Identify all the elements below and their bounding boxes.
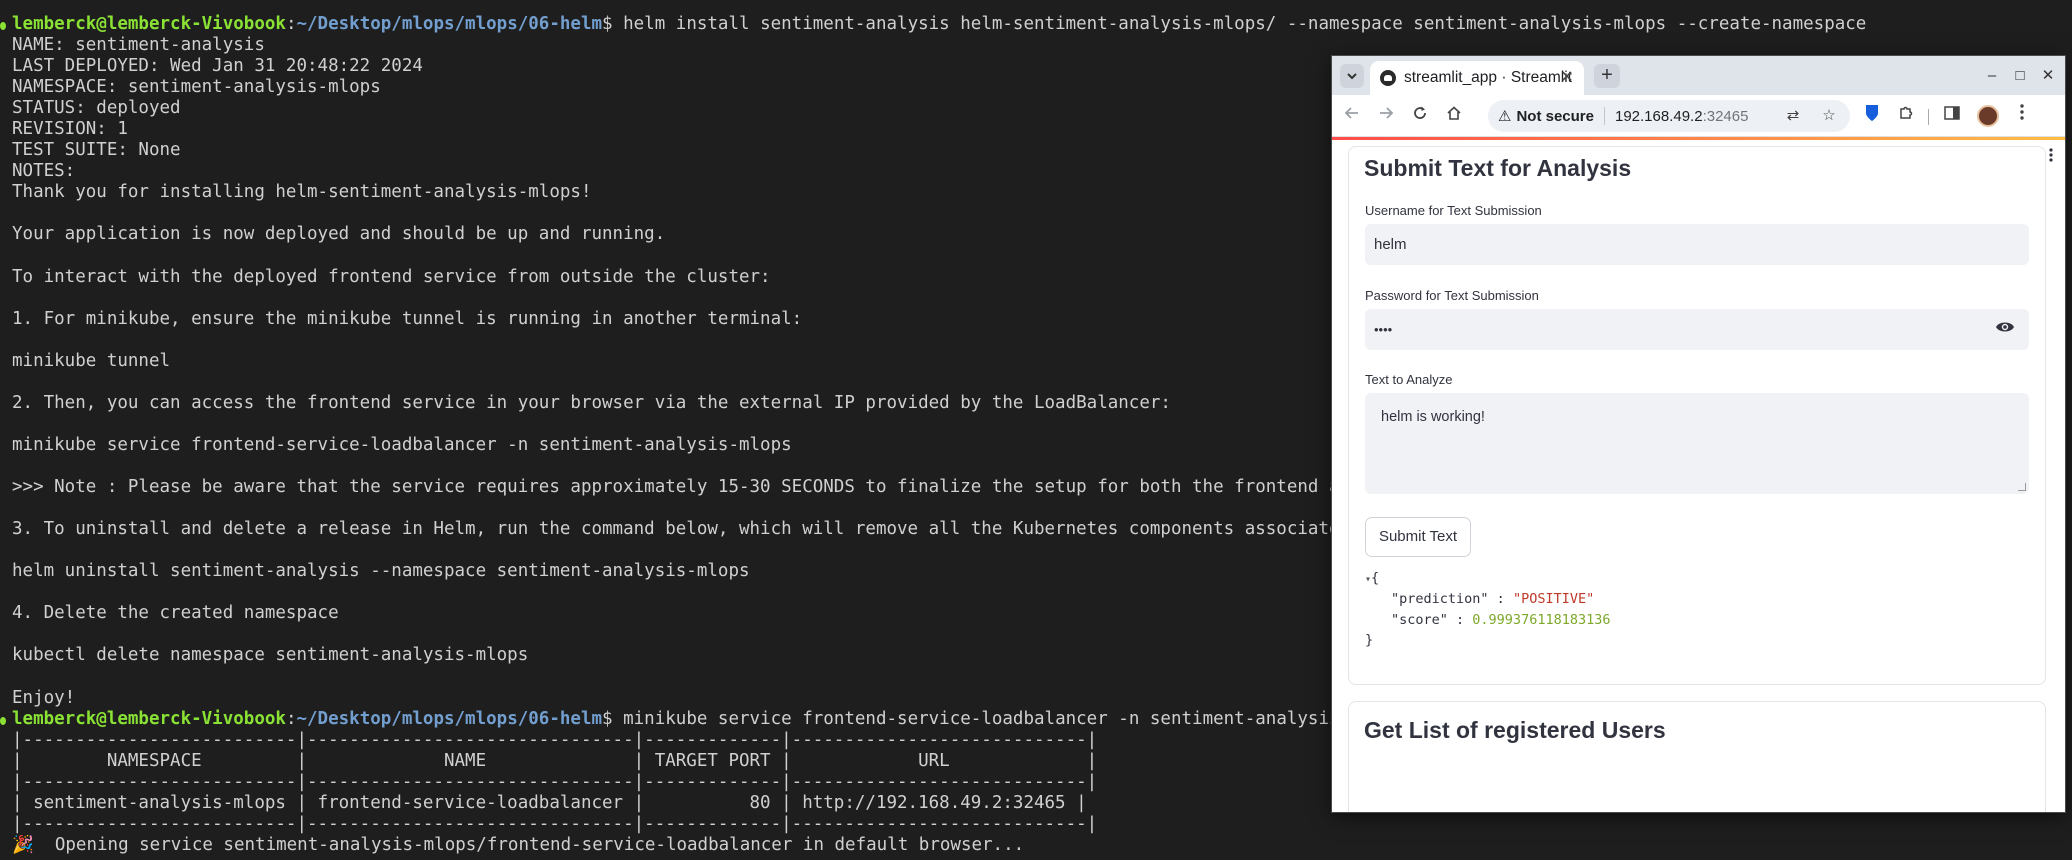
reload-button[interactable]: [1408, 104, 1432, 128]
browser-toolbar: ⚠ Not secure 192.168.49.2:32465 ⇄ ☆: [1332, 95, 2065, 137]
json-row-prediction: "prediction" : "POSITIVE": [1391, 589, 1594, 609]
shield-icon: [1866, 105, 1878, 121]
extensions-button[interactable]: [1894, 104, 1918, 128]
json-key: "prediction": [1391, 591, 1489, 607]
forward-button[interactable]: [1374, 104, 1398, 128]
prediction-value: "POSITIVE": [1512, 591, 1595, 607]
prompt-marker-icon: [0, 22, 6, 30]
tab-bar: streamlit_app · Streamlit ✕ + – □ ✕: [1332, 56, 2065, 95]
prompt-command: $ minikube service frontend-service-load…: [602, 708, 1403, 729]
json-colon: :: [1447, 612, 1473, 628]
submit-section-title: Submit Text for Analysis: [1364, 155, 1632, 181]
bitwarden-extension[interactable]: [1860, 104, 1884, 128]
submit-text-card: Submit Text for Analysis Username for Te…: [1348, 146, 2046, 685]
username-label: Username for Text Submission: [1365, 203, 1542, 218]
score-value: 0.999376118183136: [1472, 612, 1611, 628]
new-tab-button[interactable]: +: [1594, 64, 1620, 88]
terminal-line: NAME: sentiment-analysis: [12, 35, 265, 56]
arrow-right-icon: [1380, 107, 1394, 119]
address-bar[interactable]: ⚠ Not secure 192.168.49.2:32465 ⇄ ☆: [1488, 100, 1850, 132]
star-icon[interactable]: ☆: [1820, 107, 1838, 125]
tab-streamlit-app[interactable]: streamlit_app · Streamlit ✕: [1370, 61, 1584, 95]
password-label: Password for Text Submission: [1365, 288, 1539, 303]
omnibox-divider: [1603, 107, 1605, 125]
result-json-viewer: ▾{ "prediction" : "POSITIVE" "score" : 0…: [1365, 568, 2025, 678]
tab-title: streamlit_app · Streamlit: [1404, 69, 1572, 86]
resize-handle[interactable]: [2018, 483, 2026, 491]
json-close: }: [1365, 630, 1373, 650]
sidebar-icon: [1944, 106, 1960, 120]
json-colon: :: [1488, 591, 1513, 607]
eye-icon: [1996, 322, 2014, 332]
toggle-password-visibility[interactable]: [1995, 320, 2017, 338]
kebab-icon: [2049, 148, 2053, 162]
streamlit-favicon-icon: [1380, 70, 1396, 86]
prompt-command: $ helm install sentiment-analysis helm-s…: [602, 14, 1867, 34]
json-open[interactable]: ▾{: [1365, 568, 1379, 588]
text-to-analyze-label: Text to Analyze: [1365, 372, 1453, 387]
username-field[interactable]: helm: [1365, 224, 2029, 265]
minimize-button[interactable]: –: [1980, 64, 2004, 88]
chevron-down-icon: [1347, 73, 1357, 80]
submit-text-button[interactable]: Submit Text: [1365, 517, 1471, 557]
url-port: :32465: [1702, 107, 1749, 125]
reload-icon: [1414, 106, 1426, 119]
tab-list-button[interactable]: [1340, 64, 1364, 88]
warning-icon[interactable]: ⚠: [1498, 107, 1511, 125]
text-to-analyze-textarea[interactable]: helm is working!: [1365, 393, 2029, 494]
toolbar-divider: [1928, 109, 1929, 125]
terminal-prompt-1: lemberck@lemberck-Vivobook:~/Desktop/mlo…: [12, 14, 2072, 35]
users-list-card: Get List of registered Users: [1348, 701, 2046, 812]
puzzle-icon: [1899, 106, 1912, 119]
password-value: ••••: [1374, 322, 1393, 337]
username-value: helm: [1374, 236, 1407, 253]
maximize-button[interactable]: □: [2008, 64, 2032, 88]
tab-close-icon[interactable]: ✕: [1558, 69, 1576, 87]
arrow-left-icon: [1344, 107, 1358, 119]
profile-avatar[interactable]: [1977, 105, 1999, 127]
prompt-colon: :: [285, 14, 297, 34]
side-panel-button[interactable]: [1940, 104, 1964, 128]
prompt-path: ~/Desktop/mlops/mlops/06-helm: [296, 708, 603, 729]
translate-icon[interactable]: ⇄: [1784, 107, 1802, 125]
app-menu-button[interactable]: [2049, 146, 2053, 166]
json-row-score: "score" : 0.999376118183136: [1391, 610, 1610, 630]
not-secure-label[interactable]: Not secure: [1516, 108, 1594, 125]
prompt-path: ~/Desktop/mlops/mlops/06-helm: [296, 14, 603, 34]
terminal-line: |--------------------------|------------…: [12, 813, 1098, 834]
text-to-analyze-value: helm is working!: [1381, 409, 1485, 425]
kebab-icon: [2020, 104, 2024, 120]
back-button[interactable]: [1340, 104, 1364, 128]
json-key: "score": [1391, 612, 1448, 628]
browser-menu-button[interactable]: [2010, 104, 2034, 128]
home-icon: [1447, 106, 1461, 120]
json-close-brace: }: [1365, 632, 1374, 648]
json-open-brace: {: [1371, 570, 1380, 586]
prompt-user: lemberck@lemberck-Vivobook: [12, 14, 286, 34]
prompt-user: lemberck@lemberck-Vivobook: [12, 708, 286, 729]
url-host: 192.168.49.2: [1614, 107, 1703, 125]
terminal-line: 🎉 Opening service sentiment-analysis-mlo…: [12, 834, 1025, 855]
streamlit-page[interactable]: Submit Text for Analysis Username for Te…: [1332, 140, 2065, 812]
browser-window[interactable]: streamlit_app · Streamlit ✕ + – □ ✕ ⚠ No…: [1331, 55, 2066, 813]
home-button[interactable]: [1442, 104, 1466, 128]
prompt-colon: :: [285, 708, 297, 729]
users-section-title: Get List of registered Users: [1364, 717, 1666, 743]
close-window-button[interactable]: ✕: [2036, 64, 2060, 88]
url-text[interactable]: 192.168.49.2:32465: [1615, 108, 1748, 125]
password-field[interactable]: ••••: [1365, 309, 2029, 350]
prompt-marker-icon: [0, 717, 6, 725]
